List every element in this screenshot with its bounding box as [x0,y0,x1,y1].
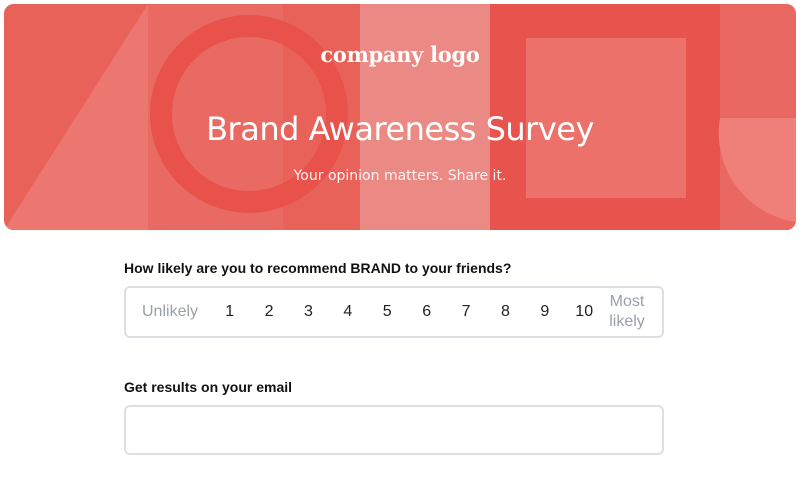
scale-high-label-line2: likely [609,313,645,330]
survey-header-banner: company logo Brand Awareness Survey Your… [4,4,796,230]
company-logo: company logo [320,42,480,67]
nps-rating-scale: Unlikely 1 2 3 4 5 6 7 8 9 10 Most likel… [124,286,664,338]
scale-option-4[interactable]: 4 [332,303,364,321]
scale-option-7[interactable]: 7 [450,303,482,321]
scale-option-5[interactable]: 5 [371,303,403,321]
scale-options: 1 2 3 4 5 6 7 8 9 10 [200,303,608,321]
email-field[interactable] [124,405,664,455]
scale-option-2[interactable]: 2 [253,303,285,321]
scale-option-8[interactable]: 8 [489,303,521,321]
nps-question-label: How likely are you to recommend BRAND to… [124,260,512,276]
scale-high-label-line1: Most [609,293,645,310]
page-title: Brand Awareness Survey [206,110,594,148]
scale-option-9[interactable]: 9 [529,303,561,321]
scale-option-1[interactable]: 1 [214,303,246,321]
scale-low-label: Unlikely [142,303,199,320]
scale-option-10[interactable]: 10 [568,303,600,321]
page-subtitle: Your opinion matters. Share it. [293,168,507,184]
scale-high-label: Most likely [608,292,646,332]
scale-option-3[interactable]: 3 [292,303,324,321]
scale-option-6[interactable]: 6 [411,303,443,321]
email-question-label: Get results on your email [124,379,293,395]
